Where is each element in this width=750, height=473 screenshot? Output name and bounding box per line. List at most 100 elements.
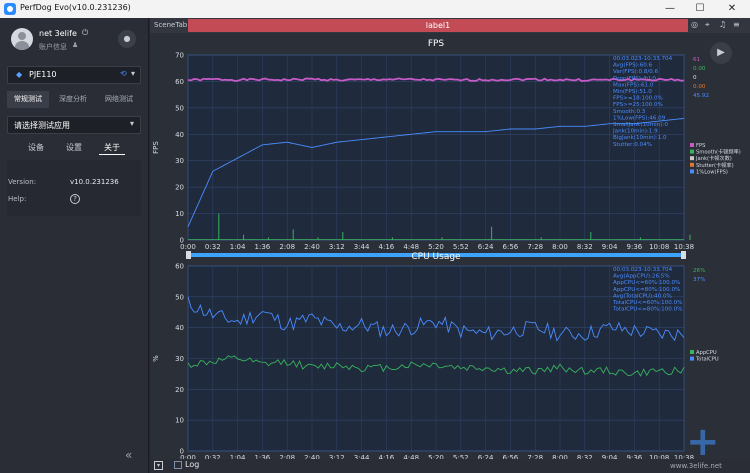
log-checkbox[interactable] [174, 461, 182, 469]
stat-line: Min(FPS):51.0 [613, 89, 652, 95]
watermark-url: www.3elife.net [670, 462, 722, 470]
maximize-button[interactable]: ☐ [685, 1, 715, 16]
avatar[interactable] [11, 28, 33, 50]
charts-area: FPS FPS 0 10 20 30 40 50 60 70 0:00 0:32 1:04 1:36 2:0… [152, 39, 741, 459]
y-tick-label: 10 [175, 210, 184, 218]
pin-icon[interactable]: ◎ [691, 20, 698, 29]
chart-title: FPS [428, 39, 445, 49]
stat-line: Stutter:0.04% [613, 142, 652, 148]
x-tick-label: 2:08 [279, 243, 295, 251]
account-info-link[interactable]: 账户信息 [39, 42, 67, 52]
chart-title: CPU Usage [411, 252, 461, 262]
legend-label: FPS [696, 143, 705, 149]
tab-deep-analysis[interactable]: 深度分析 [51, 91, 95, 108]
y-tick-label: 40 [175, 131, 184, 139]
tab-network-test[interactable]: 网络测试 [97, 91, 141, 108]
legend-label: Jank(卡顿次数) [695, 154, 732, 162]
stat-line: Jank(10min):1.9 [612, 129, 658, 135]
x-tick-label: 1:36 [255, 243, 271, 251]
y-tick-label: 30 [175, 157, 184, 165]
app-selector[interactable]: 请选择测试应用 ▾ [7, 116, 141, 134]
bottom-bar: ▾ Log [150, 459, 750, 473]
stat-line: Avg(FPS):60.6 [613, 63, 653, 69]
stat-line: TotalCPU<=60%:100.0% [612, 300, 682, 306]
location-icon[interactable]: ⌖ [705, 20, 710, 30]
android-icon: ◆ [16, 70, 23, 79]
stat-line: Smooth:0.3 [613, 109, 646, 115]
y-tick-label: 20 [175, 184, 184, 192]
device-selector[interactable]: ◆ PJE110 ⟲ ▾ [7, 66, 141, 84]
y-axis-label: % [152, 355, 160, 362]
account-icon: ♟ [72, 41, 79, 49]
y-tick-label: 30 [175, 355, 184, 363]
x-tick-label: 8:00 [552, 243, 568, 251]
stat-line: AppCPU<=80%:100.0% [613, 287, 680, 293]
y-tick-label: 50 [175, 293, 184, 301]
help-icon[interactable]: ? [70, 194, 80, 204]
y-tick-label: 40 [175, 324, 184, 332]
watermark: + www.3elife.net [668, 416, 750, 473]
stat-current-value: 0.00 [693, 66, 706, 72]
minimize-button[interactable]: — [655, 1, 685, 16]
settings-subtabs: 设备 设置 关于 [7, 141, 141, 155]
legend-label: Smooth(卡顿频率) [696, 148, 741, 156]
stat-current-value: 0.00 [693, 84, 706, 90]
plus-icon: + [686, 419, 720, 465]
stat-line: AppCPU<=60%:100.0% [613, 280, 680, 286]
app-selector-placeholder: 请选择测试应用 [14, 121, 70, 130]
x-tick-label: 3:12 [329, 243, 345, 251]
close-button[interactable]: ✕ [717, 1, 747, 16]
x-tick-label: 10:08 [649, 243, 669, 251]
x-tick-label: 7:28 [527, 243, 543, 251]
stat-line: Max(FPS):61.0 [613, 82, 654, 88]
x-tick-label: 6:56 [503, 243, 519, 251]
stat-line: SmallJank(10min):0 [613, 122, 668, 128]
slider-handle-left [186, 251, 191, 259]
stat-line: Avg(TotalCPU):40.0% [613, 293, 672, 299]
scene-label[interactable]: label1 [188, 19, 688, 32]
dropdown-icon[interactable]: ▾ [154, 461, 163, 470]
link-icon[interactable]: ⟲ [120, 69, 127, 78]
record-button[interactable]: ● [118, 30, 136, 48]
stat-current-value: 45.92 [693, 93, 709, 99]
x-tick-label: 6:24 [478, 243, 494, 251]
stat-line: 1%Low(FPS):46.09 [613, 115, 666, 121]
device-name: PJE110 [29, 70, 57, 79]
sidebar: net 3elife ⏻ 账户信息 ♟ ● ◆ PJE110 ⟲ ▾ 常规测试 … [0, 18, 149, 473]
stat-line: Var(FPS):0.8/0.6 [613, 69, 659, 75]
x-tick-label: 0:32 [205, 243, 221, 251]
x-tick-label: 10:38 [674, 243, 694, 251]
about-panel [7, 160, 141, 216]
help-label: Help: [8, 195, 27, 203]
legend-swatch [690, 156, 694, 161]
bell-icon[interactable]: ♫ [719, 20, 726, 29]
x-tick-label: 9:04 [602, 243, 618, 251]
menu-icon[interactable]: ≡ [733, 20, 740, 29]
x-tick-label: 4:48 [403, 243, 419, 251]
tab-normal-test[interactable]: 常规测试 [7, 91, 49, 108]
stat-current-value: 26% [693, 268, 705, 274]
scene-tab[interactable]: SceneTab [154, 21, 187, 29]
scene-strip: SceneTab label1 ◎ ⌖ ♫ ≡ [150, 18, 750, 33]
subtab-device[interactable]: 设备 [21, 141, 51, 155]
x-tick-label: 5:20 [428, 243, 444, 251]
power-icon[interactable]: ⏻ [82, 28, 88, 38]
user-name: net 3elife [39, 29, 77, 38]
legend-swatch [690, 149, 694, 154]
log-label: Log [185, 460, 200, 469]
y-tick-label: 20 [175, 386, 184, 394]
stat-line: FPS>=25:100.0% [613, 102, 663, 108]
x-tick-label: 8:32 [577, 243, 593, 251]
subtab-settings[interactable]: 设置 [59, 141, 89, 155]
title-bar: PerfDog Evo(v10.0.231236) — ☐ ✕ [0, 0, 750, 18]
x-tick-label: 5:52 [453, 243, 469, 251]
collapse-sidebar-icon[interactable]: « [125, 448, 132, 462]
subtab-about[interactable]: 关于 [99, 141, 125, 155]
stat-line: 00:03.023-10:33.704 [613, 267, 673, 273]
y-tick-label: 70 [175, 52, 184, 60]
legend-label: TotalCPU [695, 357, 719, 363]
perfdog-logo-icon [4, 3, 16, 15]
chevron-down-icon[interactable]: ▾ [131, 69, 135, 78]
stat-line: TotalCPU<=80%:100.0% [612, 307, 682, 313]
version-label: Version: [8, 178, 37, 186]
